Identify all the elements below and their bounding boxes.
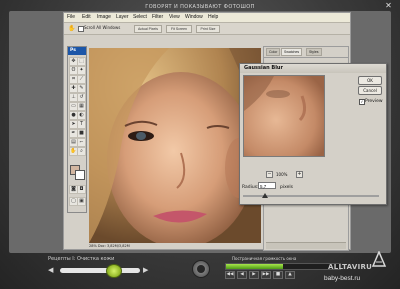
scroll-all-label: Scroll All Windows bbox=[84, 25, 121, 30]
radius-unit: pixels bbox=[280, 185, 293, 190]
portrait-photo bbox=[89, 48, 261, 243]
menu-bar: File Edit Image Layer Select Filter View… bbox=[64, 13, 350, 23]
lesson-label: Рецепты I: Очистка кожи bbox=[48, 256, 115, 262]
zoom-out-button[interactable]: − bbox=[266, 171, 273, 178]
image-canvas[interactable] bbox=[89, 48, 261, 243]
tab-swatches[interactable]: Swatches bbox=[281, 48, 303, 56]
player-window: ГОВОРЯТ И ПОКАЗЫВАЮТ ФОТОШОП ✕ File Edit… bbox=[0, 0, 400, 289]
progress-label: Постраничная громкость окна bbox=[232, 256, 297, 261]
navigation-controls: ◀◀ ◀ ▶ ▶▶ ■ ▲ bbox=[225, 271, 339, 279]
rewind-button[interactable]: ◀◀ bbox=[225, 271, 235, 279]
dodge-tool-icon[interactable]: ◐ bbox=[77, 111, 86, 120]
layers-footer bbox=[266, 242, 346, 249]
hand-tool-icon: ✋ bbox=[68, 25, 76, 32]
brand-logo-icon bbox=[371, 251, 387, 267]
close-icon[interactable]: ✕ bbox=[382, 1, 395, 10]
dialog-title: Gaussian Blur bbox=[240, 64, 386, 73]
preview-image bbox=[244, 76, 324, 156]
menu-filter[interactable]: Filter bbox=[152, 14, 163, 20]
menu-window[interactable]: Window bbox=[185, 14, 203, 20]
zoom-tool-icon[interactable]: ⌕ bbox=[77, 147, 86, 156]
magic-wand-icon[interactable]: ✦ bbox=[77, 66, 86, 75]
progress-bar[interactable] bbox=[225, 263, 341, 270]
lesson-track[interactable] bbox=[60, 268, 140, 273]
options-bar: ✋ Scroll All Windows Actual Pixels Fit S… bbox=[64, 23, 350, 35]
gradient-tool-icon[interactable]: ▦ bbox=[77, 102, 86, 111]
status-bar: 28% Doc: 3,82M/3,82M bbox=[89, 243, 261, 249]
brush-tool-icon[interactable]: ✎ bbox=[77, 84, 86, 93]
cancel-button[interactable]: Cancel bbox=[358, 86, 382, 95]
history-brush-icon[interactable]: ↺ bbox=[77, 93, 86, 102]
previous-lesson-icon[interactable]: ◀ bbox=[48, 266, 53, 274]
site-watermark: baby-best.ru bbox=[324, 275, 361, 282]
menu-layer[interactable]: Layer bbox=[116, 14, 129, 20]
play-icon bbox=[197, 265, 205, 273]
stop-button[interactable]: ■ bbox=[273, 271, 283, 279]
preview-label: Preview bbox=[365, 99, 383, 104]
toolbox: Ps ✥ ⬚ ʘ ✦ ⌗ ⟋ ✚ ✎ ⊥ ↺ ▭ ▦ ● ◐ ➤ T ✒ ■ ▤… bbox=[67, 46, 87, 213]
menu-image[interactable]: Image bbox=[97, 14, 111, 20]
quick-mask-mode-icon[interactable]: ◘ bbox=[77, 185, 86, 194]
fast-forward-button[interactable]: ▶▶ bbox=[261, 271, 271, 279]
tab-styles[interactable]: Styles bbox=[306, 48, 322, 56]
slice-tool-icon[interactable]: ⟋ bbox=[77, 75, 86, 84]
menu-help[interactable]: Help bbox=[208, 14, 218, 20]
shape-tool-icon[interactable]: ■ bbox=[77, 129, 86, 138]
brand-watermark: ALLTAVIRU bbox=[328, 263, 373, 271]
menu-edit[interactable]: Edit bbox=[82, 14, 91, 20]
gaussian-blur-dialog: Gaussian Blur OK Cancel ✓ Preview − 100%… bbox=[239, 63, 387, 205]
next-lesson-icon[interactable]: ▶ bbox=[143, 266, 148, 274]
play-button[interactable] bbox=[192, 260, 210, 278]
progress-fill bbox=[226, 264, 283, 269]
menu-select[interactable]: Select bbox=[133, 14, 147, 20]
menu-file[interactable]: File bbox=[67, 14, 75, 20]
eject-button[interactable]: ▲ bbox=[285, 271, 295, 279]
fit-screen-button[interactable]: Fit Screen bbox=[166, 25, 192, 33]
photoshop-window: File Edit Image Layer Select Filter View… bbox=[63, 12, 387, 251]
radius-slider-thumb[interactable] bbox=[262, 193, 268, 198]
full-screen-mode-icon[interactable]: ▣ bbox=[77, 197, 86, 206]
eyedropper-icon[interactable]: ⌐ bbox=[77, 138, 86, 147]
step-back-button[interactable]: ◀ bbox=[237, 271, 247, 279]
zoom-in-button[interactable]: + bbox=[296, 171, 303, 178]
tab-color[interactable]: Color bbox=[266, 48, 281, 56]
radius-label: Radius: bbox=[242, 185, 259, 190]
ok-button[interactable]: OK bbox=[358, 76, 382, 85]
actual-pixels-button[interactable]: Actual Pixels bbox=[134, 25, 162, 33]
step-forward-button[interactable]: ▶ bbox=[249, 271, 259, 279]
zoom-level: 100% bbox=[276, 172, 288, 177]
print-size-button[interactable]: Print Size bbox=[196, 25, 220, 33]
radius-input[interactable]: 5,7 bbox=[258, 182, 276, 189]
ps-logo: Ps bbox=[68, 47, 86, 55]
lesson-knob[interactable] bbox=[106, 264, 122, 278]
menu-view[interactable]: View bbox=[169, 14, 180, 20]
type-tool-icon[interactable]: T bbox=[77, 120, 86, 129]
marquee-tool-icon[interactable]: ⬚ bbox=[77, 57, 86, 66]
player-title: ГОВОРЯТ И ПОКАЗЫВАЮТ ФОТОШОП bbox=[145, 4, 255, 10]
blur-preview[interactable] bbox=[243, 75, 325, 157]
background-color-swatch[interactable] bbox=[75, 170, 85, 180]
